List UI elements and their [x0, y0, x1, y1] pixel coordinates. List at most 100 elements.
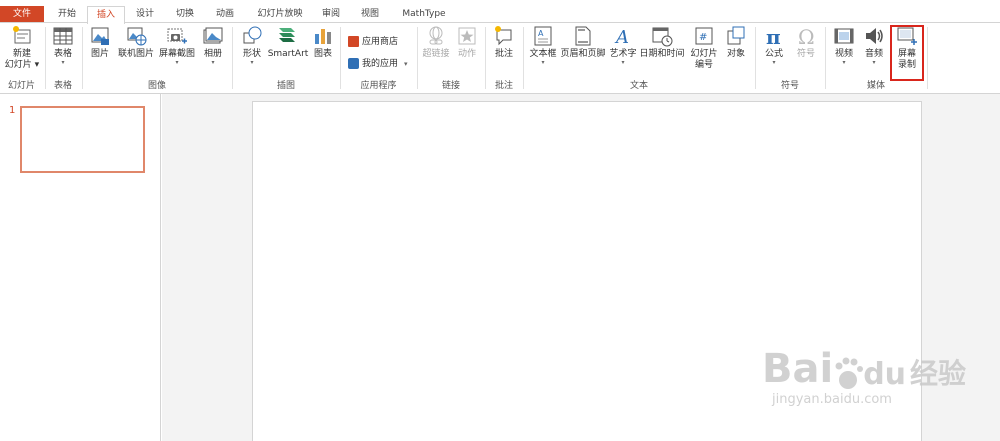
video-button[interactable]: 视频 ▾	[830, 25, 858, 66]
tab-review[interactable]: 审阅	[318, 6, 344, 23]
omega-icon: Ω	[798, 25, 815, 47]
baidu-watermark: Bai du 经验 jingyan.baidu.com	[762, 346, 982, 426]
action-star-icon	[458, 27, 476, 45]
tab-design[interactable]: 设计	[130, 6, 160, 23]
office-store-label: 应用商店	[362, 37, 399, 47]
group-apps: 应用商店 我的应用 ▾ 应用程序	[341, 23, 416, 93]
tab-home[interactable]: 开始	[52, 6, 82, 23]
dropdown-caret-icon: ▾	[61, 59, 65, 66]
group-label-tables: 表格	[53, 81, 72, 91]
action-label: 动作	[457, 49, 476, 59]
my-apps-button[interactable]: 我的应用 ▾	[348, 56, 408, 72]
svg-text:A: A	[538, 29, 544, 38]
slide-thumbnail[interactable]	[20, 106, 145, 173]
group-label-text: 文本	[629, 81, 648, 91]
chart-icon	[315, 29, 331, 44]
shapes-button[interactable]: 形状 ▾	[237, 25, 267, 66]
table-label: 表格	[53, 49, 72, 59]
symbol-button[interactable]: Ω 符号	[792, 25, 820, 60]
textbox-button[interactable]: A 文本框 ▾	[527, 25, 559, 66]
dropdown-caret-icon: ▾	[175, 59, 179, 66]
watermark-brand-du: du	[863, 357, 907, 392]
dropdown-caret-icon: ▾	[872, 59, 876, 66]
shapes-label: 形状	[242, 49, 261, 59]
dropdown-caret-icon: ▾	[772, 59, 776, 66]
wordart-label: 艺术字	[609, 49, 637, 59]
dropdown-caret-icon: ▾	[541, 59, 545, 66]
new-slide-icon	[13, 26, 31, 44]
group-links: 超链接 动作 链接	[418, 23, 484, 93]
header-footer-button[interactable]: 页眉和页脚	[560, 25, 606, 60]
new-slide-button[interactable]: 新建 幻灯片 ▾	[2, 25, 42, 71]
online-picture-label: 联机图片	[117, 49, 154, 59]
tab-slideshow[interactable]: 幻灯片放映	[252, 6, 308, 23]
group-label-slides: 幻灯片	[7, 81, 35, 91]
comment-label: 批注	[494, 49, 513, 59]
group-label-apps: 应用程序	[360, 81, 397, 91]
group-label-links: 链接	[441, 81, 460, 91]
store-icon	[348, 36, 359, 47]
tab-animations[interactable]: 动画	[210, 6, 240, 23]
equation-button[interactable]: π 公式 ▾	[760, 25, 788, 66]
dropdown-caret-icon: ▾	[211, 59, 215, 66]
tab-file[interactable]: 文件	[0, 6, 44, 23]
tab-mathtype[interactable]: MathType	[396, 6, 452, 23]
screenshot-button[interactable]: 屏幕截图 ▾	[158, 25, 196, 66]
svg-text:π: π	[766, 25, 781, 47]
group-illustrations: 形状 ▾ SmartArt 图表 插图	[233, 23, 339, 93]
tab-view[interactable]: 视图	[356, 6, 384, 23]
ribbon-tab-bar: 文件 开始 插入 设计 切换 动画 幻灯片放映 审阅 视图 MathType	[0, 6, 1000, 24]
office-store-button[interactable]: 应用商店	[348, 34, 398, 50]
date-time-label: 日期和时间	[639, 49, 685, 59]
photo-album-button[interactable]: 相册 ▾	[199, 25, 227, 66]
svg-text:A: A	[614, 27, 629, 47]
object-label: 对象	[726, 49, 745, 59]
online-picture-button[interactable]: 联机图片	[116, 25, 156, 60]
slide-number: 1	[9, 105, 16, 116]
hyperlink-button[interactable]: 超链接	[420, 25, 452, 60]
smartart-icon	[279, 28, 295, 42]
wordart-button[interactable]: A 艺术字 ▾	[608, 25, 638, 66]
audio-label: 音频	[864, 49, 883, 59]
my-apps-label: 我的应用	[362, 59, 399, 69]
smartart-button[interactable]: SmartArt	[267, 25, 309, 60]
audio-button[interactable]: 音频 ▾	[860, 25, 888, 66]
watermark-url: jingyan.baidu.com	[772, 392, 892, 407]
online-picture-icon	[127, 27, 147, 46]
picture-button[interactable]: 图片	[87, 25, 113, 60]
my-apps-icon	[348, 58, 359, 69]
table-icon	[53, 27, 73, 45]
object-button[interactable]: 对象	[722, 25, 750, 60]
tab-insert[interactable]: 插入	[87, 6, 125, 24]
action-button[interactable]: 动作	[453, 25, 481, 60]
group-label-illustrations: 插图	[276, 81, 295, 91]
table-button[interactable]: 表格 ▾	[49, 25, 77, 66]
comment-button[interactable]: 批注	[490, 25, 518, 60]
slide-number-button[interactable]: # 幻灯片 编号	[687, 25, 721, 71]
picture-label: 图片	[90, 49, 109, 59]
group-label-comments: 批注	[494, 81, 513, 91]
tab-transitions[interactable]: 切换	[170, 6, 200, 23]
photo-album-icon	[203, 27, 223, 44]
video-label: 视频	[834, 49, 853, 59]
slide-number-label-2: 编号	[694, 60, 713, 70]
new-slide-label-1: 新建	[12, 49, 31, 59]
calendar-icon	[652, 27, 673, 47]
chart-button[interactable]: 图表	[311, 25, 335, 60]
pi-icon: π	[766, 25, 781, 47]
date-time-button[interactable]: 日期和时间	[639, 25, 685, 60]
slide-number-icon: #	[695, 27, 713, 45]
group-comments: 批注 批注	[486, 23, 522, 93]
symbol-label: 符号	[796, 49, 815, 59]
picture-icon	[91, 27, 109, 45]
group-label-images: 图像	[147, 81, 166, 91]
screenshot-icon	[167, 28, 187, 44]
group-slides: 新建 幻灯片 ▾ 幻灯片	[0, 23, 43, 93]
group-tables: 表格 ▾ 表格	[46, 23, 80, 93]
hyperlink-icon	[429, 26, 443, 45]
svg-text:#: #	[699, 32, 707, 43]
comment-icon	[495, 26, 512, 46]
group-label-symbols: 符号	[780, 81, 799, 91]
group-symbols: π 公式 ▾ Ω 符号 符号	[756, 23, 824, 93]
watermark-jingyan: 经验	[910, 357, 967, 390]
